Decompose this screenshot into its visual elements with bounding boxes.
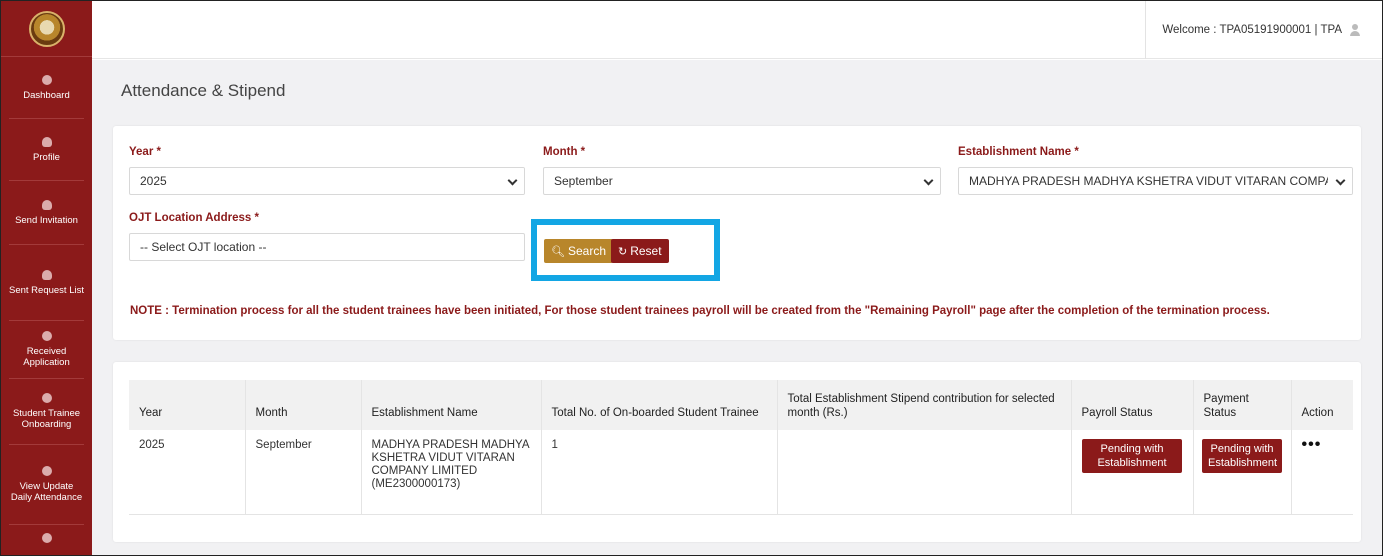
establishment-value: MADHYA PRADESH MADHYA KSHETRA VIDUT VITA… [969, 174, 1352, 188]
user-icon [1350, 24, 1360, 36]
search-icon: 🔍︎ [551, 245, 565, 258]
payroll-status-badge[interactable]: Pending with Establishment [1082, 439, 1182, 473]
page-title: Attendance & Stipend [121, 81, 286, 100]
search-button[interactable]: 🔍︎ Search [544, 239, 613, 263]
sidebar-item-view-update-daily-attendance[interactable]: View Update Daily Attendance [9, 445, 84, 525]
column-header-establishment: Establishment Name [361, 380, 542, 430]
sidebar-item-dashboard[interactable]: Dashboard [9, 57, 84, 119]
cell-payroll-status: Pending with Establishment [1071, 430, 1194, 515]
person-icon [41, 199, 52, 210]
emblem-logo[interactable] [28, 10, 65, 47]
logo-area [1, 1, 92, 57]
main-content: Attendance & Stipend Year * 2025 Month *… [92, 60, 1382, 555]
results-panel: Year Month Establishment Name Total No. … [113, 362, 1361, 542]
payment-status-badge[interactable]: Pending with Establishment [1202, 439, 1282, 473]
cell-payment-status: Pending with Establishment [1193, 430, 1292, 515]
sidebar-item-label: View Update Daily Attendance [10, 481, 83, 503]
refresh-icon: ↻ [618, 245, 628, 258]
sidebar-item-received-application[interactable]: Received Application [9, 321, 84, 379]
circle-icon [41, 532, 52, 543]
column-header-year: Year [129, 380, 246, 430]
cell-action: ••• [1291, 430, 1353, 515]
user-menu[interactable]: Welcome : TPA05191900001 | TPA [1145, 1, 1382, 59]
more-options-icon[interactable]: ••• [1302, 436, 1322, 453]
establishment-label: Establishment Name * [958, 146, 1079, 158]
column-header-action: Action [1301, 407, 1334, 419]
welcome-text: Welcome : TPA05191900001 | TPA [1162, 24, 1342, 36]
person-icon [41, 269, 52, 280]
app-window: Dashboard Profile Send Invitation Sent R… [0, 0, 1383, 556]
column-header-payment-status: Payment Status [1193, 380, 1292, 430]
circle-icon [41, 466, 52, 476]
sidebar-item-label: Dashboard [23, 89, 70, 101]
circle-icon [41, 74, 52, 85]
person-icon [41, 136, 52, 147]
sidebar-item-label: Send Invitation [15, 214, 78, 226]
table-row: 2025 September MADHYA PRADESH MADHYA KSH… [129, 430, 1353, 515]
ojt-location-select[interactable]: -- Select OJT location -- [129, 233, 525, 261]
year-label: Year * [129, 146, 161, 158]
sidebar-item-label: Profile [33, 151, 60, 163]
filter-panel: Year * 2025 Month * September Establishm… [113, 126, 1361, 340]
month-value: September [554, 174, 613, 188]
month-select[interactable]: September [543, 167, 941, 195]
circle-icon [41, 331, 52, 341]
sidebar-item-label: Received Application [23, 346, 70, 368]
results-table: Year Month Establishment Name Total No. … [129, 380, 1353, 515]
termination-note: NOTE : Termination process for all the s… [130, 305, 1270, 317]
month-label: Month * [543, 146, 586, 158]
sidebar-item-send-invitation[interactable]: Send Invitation [9, 181, 84, 245]
column-header-stipend: Total Establishment Stipend contribution… [777, 380, 1072, 430]
column-header-payroll-status: Payroll Status [1071, 380, 1194, 430]
search-button-label: Search [567, 244, 606, 258]
sidebar-item-student-trainee-onboarding[interactable]: Student Trainee Onboarding [9, 379, 84, 445]
table-header-row: Year Month Establishment Name Total No. … [129, 380, 1353, 430]
circle-icon [41, 393, 52, 403]
ojt-location-placeholder: -- Select OJT location -- [140, 240, 267, 254]
sidebar-item-label: Sent Request List [9, 284, 84, 296]
year-select[interactable]: 2025 [129, 167, 525, 195]
year-value: 2025 [140, 174, 167, 188]
ojt-location-label: OJT Location Address * [129, 212, 259, 224]
cell-stipend [777, 430, 1072, 515]
cell-onboarded: 1 [541, 430, 778, 515]
sidebar-item-profile[interactable]: Profile [9, 119, 84, 181]
cell-establishment: MADHYA PRADESH MADHYA KSHETRA VIDUT VITA… [361, 430, 542, 515]
column-header-onboarded: Total No. of On-boarded Student Trainee [541, 380, 778, 430]
establishment-select[interactable]: MADHYA PRADESH MADHYA KSHETRA VIDUT VITA… [958, 167, 1353, 195]
reset-button[interactable]: ↻ Reset [611, 239, 669, 263]
sidebar-item-more[interactable] [9, 525, 84, 555]
reset-button-label: Reset [630, 244, 662, 258]
cell-year: 2025 [129, 430, 246, 515]
cell-month: September [245, 430, 362, 515]
sidebar: Dashboard Profile Send Invitation Sent R… [1, 1, 92, 555]
sidebar-item-label: Student Trainee Onboarding [12, 408, 81, 430]
top-bar: Welcome : TPA05191900001 | TPA [92, 1, 1382, 59]
sidebar-item-sent-request-list[interactable]: Sent Request List [9, 245, 84, 321]
column-header-month: Month [245, 380, 362, 430]
